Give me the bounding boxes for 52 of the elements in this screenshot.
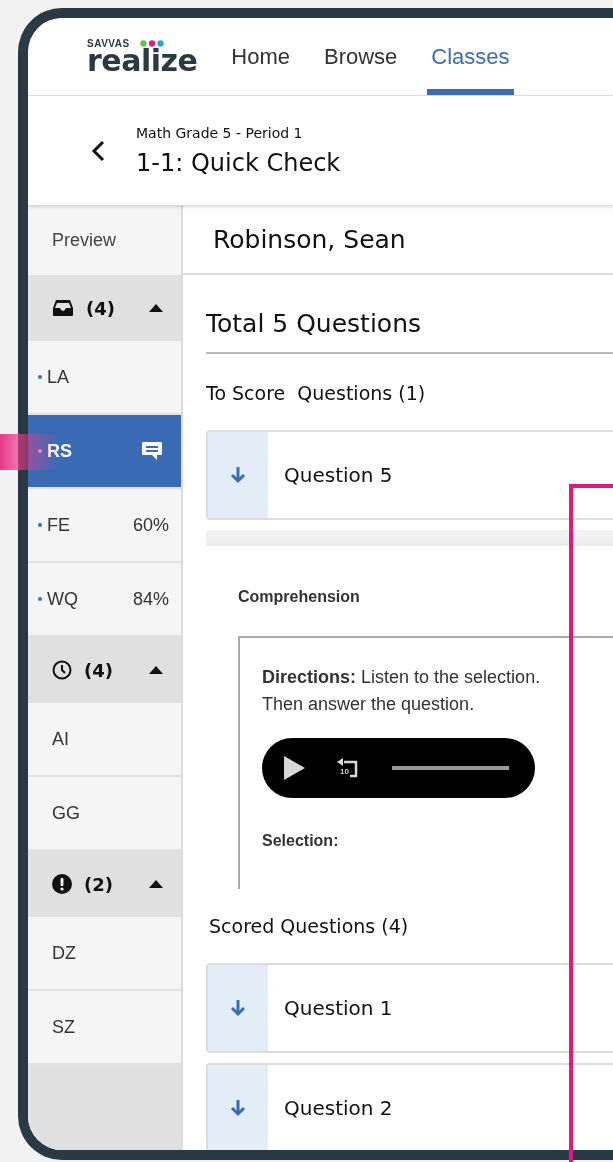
selection-label: Selection: (262, 832, 340, 850)
section-heading: To Score Questions (1) (206, 381, 427, 406)
group-header[interactable]: (4) (28, 637, 181, 703)
student-initials: LA (47, 366, 71, 388)
student-initials: FE (47, 514, 71, 536)
inbox-icon (52, 299, 74, 317)
student-initials: WQ (47, 588, 79, 610)
student-item[interactable]: FE 60% (28, 489, 181, 563)
student-item[interactable]: RS (28, 415, 181, 489)
score-label: 60% (132, 514, 169, 536)
score-label: 84% (132, 588, 169, 610)
nav-tab[interactable]: Browse (319, 18, 402, 95)
directions-text: Directions: Listen to the selection. Then answer the question. (262, 666, 542, 716)
group-count: (2) (84, 873, 113, 895)
rewind-button[interactable]: 10 (334, 757, 360, 779)
group-count: (4) (86, 297, 115, 319)
question-label: Question 1 (284, 996, 393, 1020)
group-header[interactable]: (2) (28, 851, 181, 917)
question-card[interactable]: Question 1 (206, 963, 613, 1053)
student-initials: DZ (51, 942, 77, 964)
question-label: Question 2 (284, 1096, 393, 1120)
total-heading: Total 5 Questions (206, 275, 613, 354)
student-item[interactable]: AI (28, 703, 181, 777)
nav-tab[interactable]: Classes (427, 18, 514, 95)
student-name: Robinson, Sean (213, 224, 406, 254)
group-header[interactable]: (4) (28, 275, 181, 341)
alert-icon (52, 874, 72, 894)
clock-icon (52, 660, 72, 680)
class-name: Math Grade 5 - Period 1 (136, 124, 304, 141)
student-initials: RS (47, 440, 73, 462)
student-initials: AI (51, 728, 70, 750)
dots-icon (139, 40, 164, 47)
back-icon[interactable] (90, 138, 106, 163)
play-icon[interactable] (282, 755, 306, 781)
down-arrow-icon (230, 466, 246, 484)
down-arrow-icon (230, 999, 246, 1017)
assignment-title: 1-1: Quick Check (136, 148, 341, 177)
question-label: Question 5 (284, 463, 393, 487)
question-card[interactable]: Question 2 (206, 1063, 613, 1150)
student-initials: GG (51, 802, 81, 824)
question-card[interactable]: Question 5 (206, 430, 613, 520)
down-arrow-icon (230, 1099, 246, 1117)
group-count: (4) (84, 659, 113, 681)
student-item[interactable]: DZ (28, 917, 181, 991)
brand-label: SAVVAS (87, 39, 130, 48)
nav-tab[interactable]: Home (227, 18, 294, 95)
preview-tab[interactable]: Preview (28, 205, 181, 275)
section-heading: Scored Questions (4) (208, 914, 410, 939)
progress-track[interactable] (392, 766, 509, 770)
question-heading: Comprehension (238, 588, 361, 606)
product-logo: realize (87, 48, 198, 74)
student-initials: SZ (51, 1016, 76, 1038)
